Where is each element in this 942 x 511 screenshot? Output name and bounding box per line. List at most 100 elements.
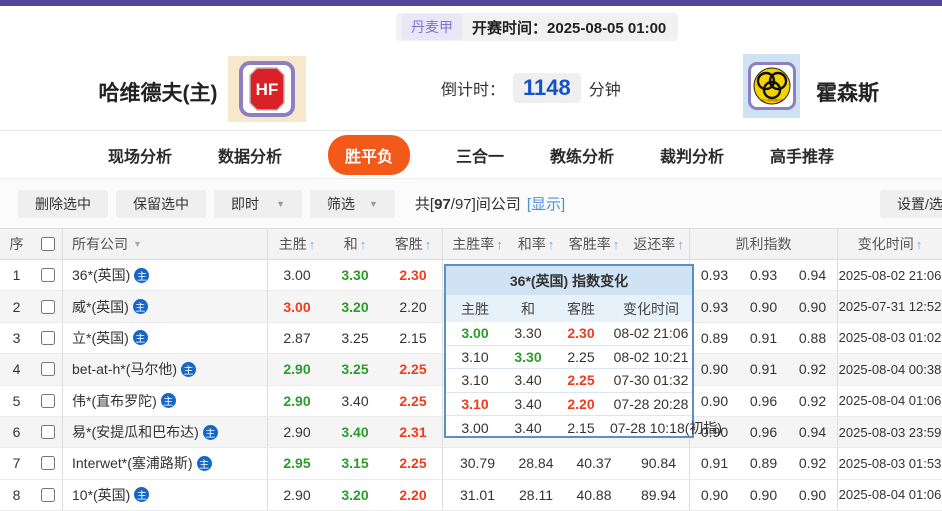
- rate-cell: 90.84: [628, 448, 690, 479]
- popup-value: 07-28 20:28: [613, 396, 689, 413]
- header-home_rate[interactable]: 主胜率 ↑: [443, 229, 512, 259]
- odds-cell[interactable]: 3.25: [326, 354, 384, 384]
- popup-row: 3.00 3.40 2.15 07-28 10:18(初指): [446, 416, 722, 440]
- company-cell[interactable]: 易*(安提瓜和巴布达) 主: [63, 416, 268, 448]
- odds-change-popup-title: 36*(英国) 指数变化: [446, 266, 692, 295]
- header-draw[interactable]: 和 ↑: [326, 229, 384, 259]
- keep-selected-button[interactable]: 保留选中: [116, 189, 206, 218]
- company-cell[interactable]: 伟*(直布罗陀) 主: [63, 385, 268, 416]
- change-time-cell: 2025-08-02 21:06: [838, 267, 942, 283]
- odds-cell[interactable]: 3.00: [268, 291, 326, 321]
- kelly-cell: 0.90: [749, 486, 778, 503]
- popup-cell: 3.40: [504, 420, 552, 436]
- kelly-cell: 0.90: [788, 291, 838, 322]
- filter-dropdown[interactable]: 筛选 ▼: [310, 189, 395, 218]
- odds-cell[interactable]: 2.90: [268, 480, 326, 510]
- company-cell[interactable]: bet-at-h*(马尔他) 主: [63, 354, 268, 385]
- header-home[interactable]: 主胜 ↑: [268, 229, 326, 259]
- row-checkbox[interactable]: [40, 268, 55, 283]
- odds-cell[interactable]: 2.31: [384, 416, 443, 448]
- kelly-cell: 0.90: [749, 298, 778, 315]
- company-cell[interactable]: 威*(英国) 主: [63, 291, 268, 322]
- tab-数据分析[interactable]: 数据分析: [218, 143, 282, 167]
- odds-cell[interactable]: 3.20: [326, 291, 384, 321]
- countdown: 倒计时： 1148 分钟: [441, 73, 621, 103]
- company-cell[interactable]: 10*(英国) 主: [63, 479, 268, 510]
- company-cell[interactable]: Interwet*(塞浦路斯) 主: [63, 448, 268, 479]
- odds-cell[interactable]: 2.25: [384, 354, 443, 385]
- popup-header-客胜: 客胜: [567, 300, 595, 317]
- kelly-cell: 0.91: [700, 455, 729, 472]
- odds-cell[interactable]: 2.25: [384, 448, 443, 479]
- header-home-label: 主胜: [278, 236, 307, 252]
- odds-cell[interactable]: 3.30: [326, 260, 384, 290]
- odds-value: 3.00: [283, 267, 311, 284]
- popup-value: 3.40: [514, 372, 542, 389]
- odds-cell[interactable]: 2.90: [268, 354, 326, 384]
- odds-cell[interactable]: 2.20: [384, 291, 443, 322]
- odds-cell[interactable]: 2.95: [268, 448, 326, 478]
- popup-cell: 3.00: [446, 420, 504, 436]
- header-check[interactable]: [33, 229, 63, 259]
- popup-value: 08-02 10:21: [613, 348, 689, 365]
- row-checkbox-cell: [33, 291, 63, 322]
- header-away_rate[interactable]: 客胜率 ↑: [560, 229, 628, 259]
- odds-cell[interactable]: 3.15: [326, 448, 384, 478]
- countdown-value: 1148: [513, 73, 581, 103]
- row-seq: 7: [12, 455, 21, 472]
- tab-现场分析[interactable]: 现场分析: [108, 143, 172, 167]
- header-return_rate[interactable]: 返还率 ↑: [628, 229, 690, 259]
- show-link[interactable]: [显示]: [527, 196, 565, 213]
- odds-cell[interactable]: 2.90: [268, 417, 326, 447]
- row-checkbox-cell: [33, 416, 63, 448]
- row-seq: 6: [12, 424, 21, 441]
- tab-裁判分析[interactable]: 裁判分析: [660, 143, 724, 167]
- tab-高手推荐[interactable]: 高手推荐: [770, 143, 834, 167]
- tab-教练分析[interactable]: 教练分析: [550, 143, 614, 167]
- company-name: 36*(英国): [72, 267, 131, 284]
- row-checkbox[interactable]: [40, 393, 55, 408]
- odds-value: 2.20: [399, 298, 427, 315]
- company-cell[interactable]: 36*(英国) 主: [63, 260, 268, 291]
- match-header: 哈维德夫(主) HF 倒计时： 1148 分钟 AC HORSENS 霍森斯: [0, 41, 942, 131]
- odds-cell[interactable]: 2.30: [384, 260, 443, 291]
- row-checkbox[interactable]: [40, 330, 55, 345]
- header-company[interactable]: 所有公司 ▼: [63, 229, 268, 259]
- popup-cell: 07-28 20:28: [610, 396, 692, 412]
- kelly-cell: 0.91: [749, 361, 778, 378]
- odds-cell[interactable]: 2.90: [268, 386, 326, 416]
- row-checkbox[interactable]: [40, 456, 55, 471]
- header-draw_rate[interactable]: 和率 ↑: [512, 229, 560, 259]
- odds-cell[interactable]: 2.25: [384, 385, 443, 416]
- odds-cell[interactable]: 3.00: [268, 260, 326, 290]
- popup-row: 3.10 3.40 2.25 07-30 01:32: [446, 369, 692, 393]
- league-badge[interactable]: 丹麦甲: [402, 14, 462, 40]
- row-checkbox[interactable]: [40, 425, 55, 440]
- svg-text:HF: HF: [256, 80, 279, 99]
- kickoff-info-bar: 丹麦甲 开赛时间：2025-08-05 01:00: [396, 13, 679, 41]
- header-kelly-label: 凯利指数: [735, 236, 792, 252]
- svg-text:AC HORSENS: AC HORSENS: [760, 99, 783, 103]
- odds-cell[interactable]: 3.40: [326, 386, 384, 416]
- settings-button[interactable]: 设置/选择: [880, 190, 942, 218]
- odds-cell[interactable]: 3.40: [326, 417, 384, 447]
- row-checkbox-cell: [33, 354, 63, 385]
- tab-胜平负[interactable]: 胜平负: [327, 134, 410, 175]
- row-checkbox[interactable]: [40, 487, 55, 502]
- odds-cell[interactable]: 2.20: [384, 479, 443, 510]
- instant-dropdown[interactable]: 即时 ▼: [214, 189, 302, 218]
- header-time[interactable]: 变化时间 ↑: [838, 229, 942, 259]
- odds-cell[interactable]: 3.20: [326, 480, 384, 510]
- odds-cell[interactable]: 2.15: [384, 322, 443, 354]
- company-name: 易*(安提瓜和巴布达): [72, 424, 199, 441]
- odds-cell[interactable]: 2.87: [268, 323, 326, 353]
- company-cell[interactable]: 立*(英国) 主: [63, 322, 268, 354]
- delete-selected-button[interactable]: 删除选中: [18, 189, 108, 218]
- horsens-crest-icon: AC HORSENS: [753, 67, 790, 105]
- select-all-checkbox[interactable]: [40, 237, 55, 251]
- row-checkbox[interactable]: [40, 362, 55, 377]
- row-checkbox[interactable]: [40, 299, 55, 314]
- tab-三合一[interactable]: 三合一: [456, 143, 504, 167]
- odds-cell[interactable]: 3.25: [326, 323, 384, 353]
- header-away[interactable]: 客胜 ↑: [384, 229, 443, 259]
